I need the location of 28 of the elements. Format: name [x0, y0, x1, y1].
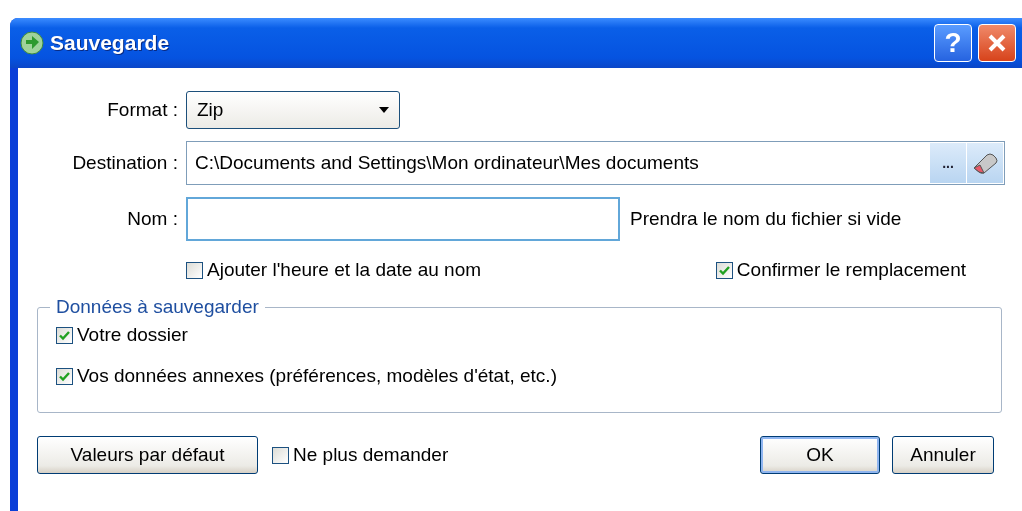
browse-button[interactable]: ...	[930, 143, 966, 183]
format-dropdown[interactable]: Zip	[186, 91, 400, 129]
field-label: Nom :	[126, 208, 178, 230]
close-icon	[986, 32, 1008, 54]
caret-icon	[379, 107, 389, 113]
checkbox-label: Vos données annexes (préférences, modèles d'état, etc.)	[77, 365, 557, 387]
destination-field[interactable]: C:\Documents and Settings\Mon ordinateur\Mes documents ...	[186, 141, 1005, 185]
checkbox[interactable]	[56, 367, 73, 385]
app-icon	[20, 31, 44, 55]
close-button[interactable]	[978, 24, 1016, 62]
checkbox-label: Votre dossier	[77, 324, 188, 346]
cancel-button[interactable]: Annuler	[892, 436, 994, 474]
checkbox-label: Ne plus demander	[293, 444, 449, 466]
checkbox[interactable]	[272, 446, 289, 464]
window-title: Sauvegarde	[50, 31, 171, 55]
field-label: Destination :	[71, 152, 178, 174]
checkbox[interactable]	[186, 261, 203, 279]
field-label: Format :	[106, 99, 178, 121]
name-field[interactable]	[186, 197, 620, 241]
ok-button[interactable]: OK	[760, 436, 880, 474]
checkbox[interactable]	[715, 261, 733, 279]
checkbox-label: Confirmer le remplacement	[736, 259, 966, 281]
clear-button[interactable]	[967, 143, 1003, 183]
defaults-button[interactable]: Valeurs par défaut	[37, 436, 258, 474]
hint-text: Prendra le nom du fichier si vide	[630, 208, 902, 230]
checkbox[interactable]	[56, 326, 73, 344]
checkbox-label: Ajouter l'heure et la date au nom	[207, 259, 482, 281]
eraser-icon	[971, 152, 999, 174]
